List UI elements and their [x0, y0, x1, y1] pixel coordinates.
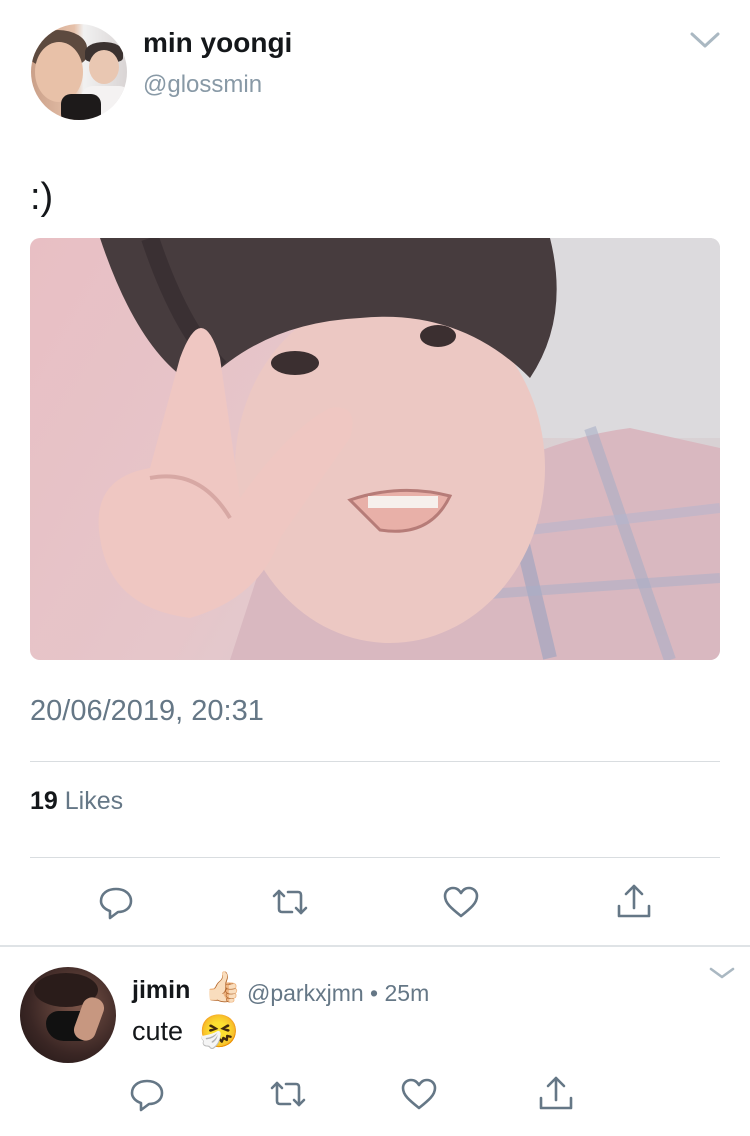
reply-meta[interactable]: @parkxjmn • 25m — [247, 980, 429, 1007]
tweet-photo[interactable] — [30, 238, 720, 660]
tweet-text: :) — [30, 176, 54, 218]
likes-count[interactable]: 19 Likes — [30, 787, 123, 816]
reply-icon[interactable] — [96, 882, 136, 922]
thumbs-up-emoji: 👍🏻 — [204, 971, 242, 1004]
share-icon[interactable] — [614, 882, 654, 922]
likes-number: 19 — [30, 787, 58, 815]
author-handle[interactable]: @glossmin — [143, 71, 262, 99]
reply-author-name[interactable]: jimin — [132, 976, 190, 1005]
reply-time: 25m — [384, 980, 430, 1006]
author-avatar[interactable] — [31, 24, 127, 120]
reply-handle: @parkxjmn — [247, 980, 364, 1006]
reply-icon[interactable] — [127, 1074, 167, 1114]
retweet-icon[interactable] — [268, 1074, 308, 1114]
tweet-timestamp: 20/06/2019, 20:31 — [30, 695, 264, 727]
meta-separator: • — [370, 980, 379, 1006]
retweet-icon[interactable] — [270, 882, 310, 922]
like-icon[interactable] — [399, 1074, 439, 1114]
share-icon[interactable] — [536, 1074, 576, 1114]
divider — [30, 857, 720, 858]
likes-label: Likes — [64, 787, 124, 815]
reply-text: cute — [132, 1016, 184, 1046]
chevron-down-icon[interactable] — [708, 966, 736, 980]
section-separator — [0, 945, 750, 947]
divider — [30, 761, 720, 762]
author-name[interactable]: min yoongi — [143, 27, 292, 59]
reply-avatar[interactable] — [20, 967, 116, 1063]
sneezing-face-emoji: 🤧 — [199, 1013, 239, 1049]
chevron-down-icon[interactable] — [688, 26, 722, 52]
like-icon[interactable] — [441, 882, 481, 922]
